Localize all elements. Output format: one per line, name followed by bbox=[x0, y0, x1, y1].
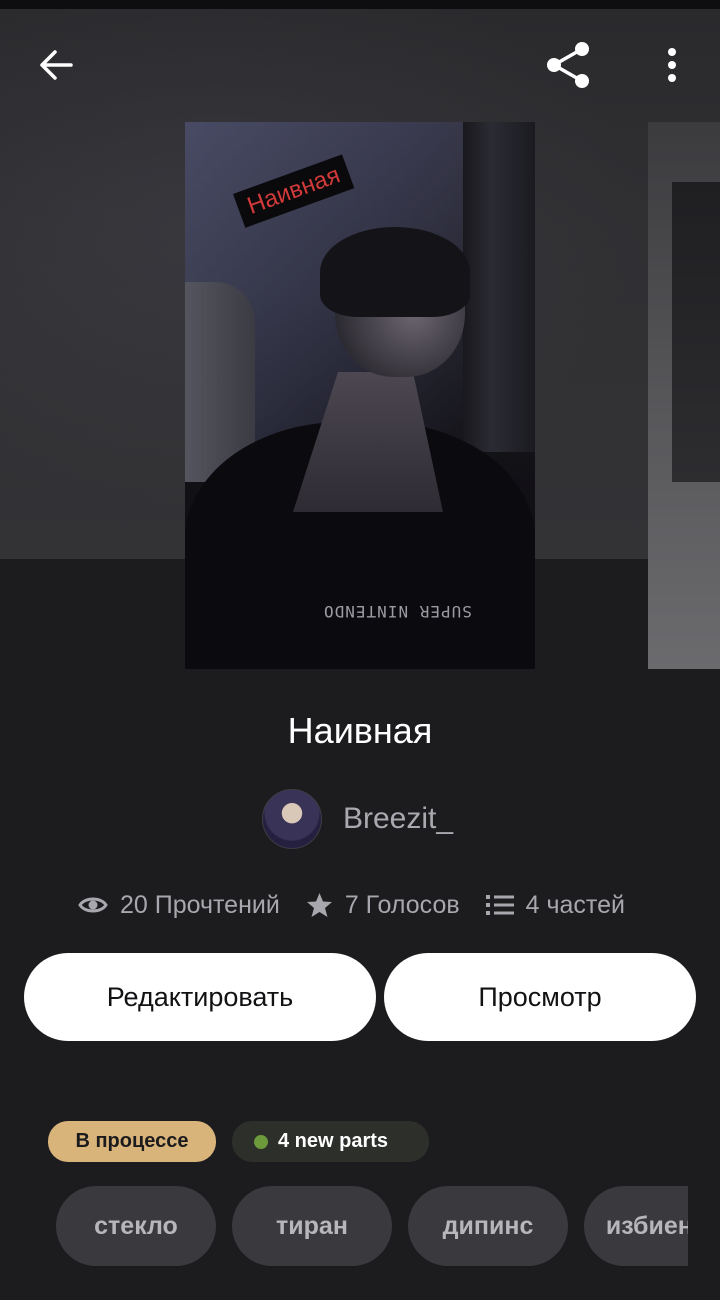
story-cover[interactable]: Наивная SUPER NINTENDO bbox=[185, 122, 535, 669]
reads-stat: 20 Прочтений bbox=[78, 891, 280, 920]
tag-chip[interactable]: избиение bbox=[584, 1186, 688, 1266]
status-badge: В процессе bbox=[48, 1121, 216, 1162]
share-button[interactable] bbox=[538, 37, 598, 93]
cover-shirt-print: SUPER NINTENDO bbox=[323, 602, 472, 621]
author-avatar[interactable] bbox=[262, 789, 322, 849]
story-title: Наивная bbox=[287, 710, 433, 751]
next-story-cover[interactable] bbox=[648, 122, 720, 669]
new-parts-badge: 4 new parts bbox=[232, 1121, 429, 1162]
back-button[interactable] bbox=[24, 37, 88, 93]
arrow-left-icon bbox=[40, 50, 73, 80]
tags-row: стеклотирандипинсизбиение bbox=[56, 1186, 688, 1266]
tag-chip[interactable]: дипинс bbox=[408, 1186, 568, 1266]
votes-stat: 7 Голосов bbox=[306, 891, 460, 920]
more-options-button[interactable] bbox=[648, 37, 696, 93]
more-vertical-icon bbox=[668, 48, 676, 82]
votes-count: 7 Голосов bbox=[344, 890, 460, 919]
parts-count: 4 частей bbox=[525, 890, 625, 919]
eye-icon bbox=[78, 897, 108, 913]
share-icon bbox=[547, 42, 589, 88]
tag-chip[interactable]: тиран bbox=[232, 1186, 392, 1266]
edit-button[interactable]: Редактировать bbox=[24, 953, 376, 1041]
tag-chip[interactable]: стекло bbox=[56, 1186, 216, 1266]
status-bar bbox=[0, 0, 720, 9]
parts-stat: 4 частей bbox=[485, 890, 625, 920]
list-icon bbox=[485, 895, 514, 915]
author-name[interactable]: Breezit_ bbox=[343, 802, 453, 836]
cover-curtain bbox=[463, 122, 535, 452]
cover-figure-hair bbox=[320, 227, 470, 317]
new-indicator-dot bbox=[254, 1134, 268, 1149]
author-row[interactable]: Breezit_ bbox=[262, 789, 453, 849]
star-icon bbox=[306, 893, 332, 917]
new-parts-label: 4 new parts bbox=[278, 1130, 389, 1152]
story-stats: 20 Прочтений 7 Голосов 4 частей bbox=[78, 883, 651, 927]
reads-count: 20 Прочтений bbox=[120, 890, 280, 919]
top-app-bar bbox=[0, 9, 720, 119]
view-button[interactable]: Просмотр bbox=[384, 953, 696, 1041]
